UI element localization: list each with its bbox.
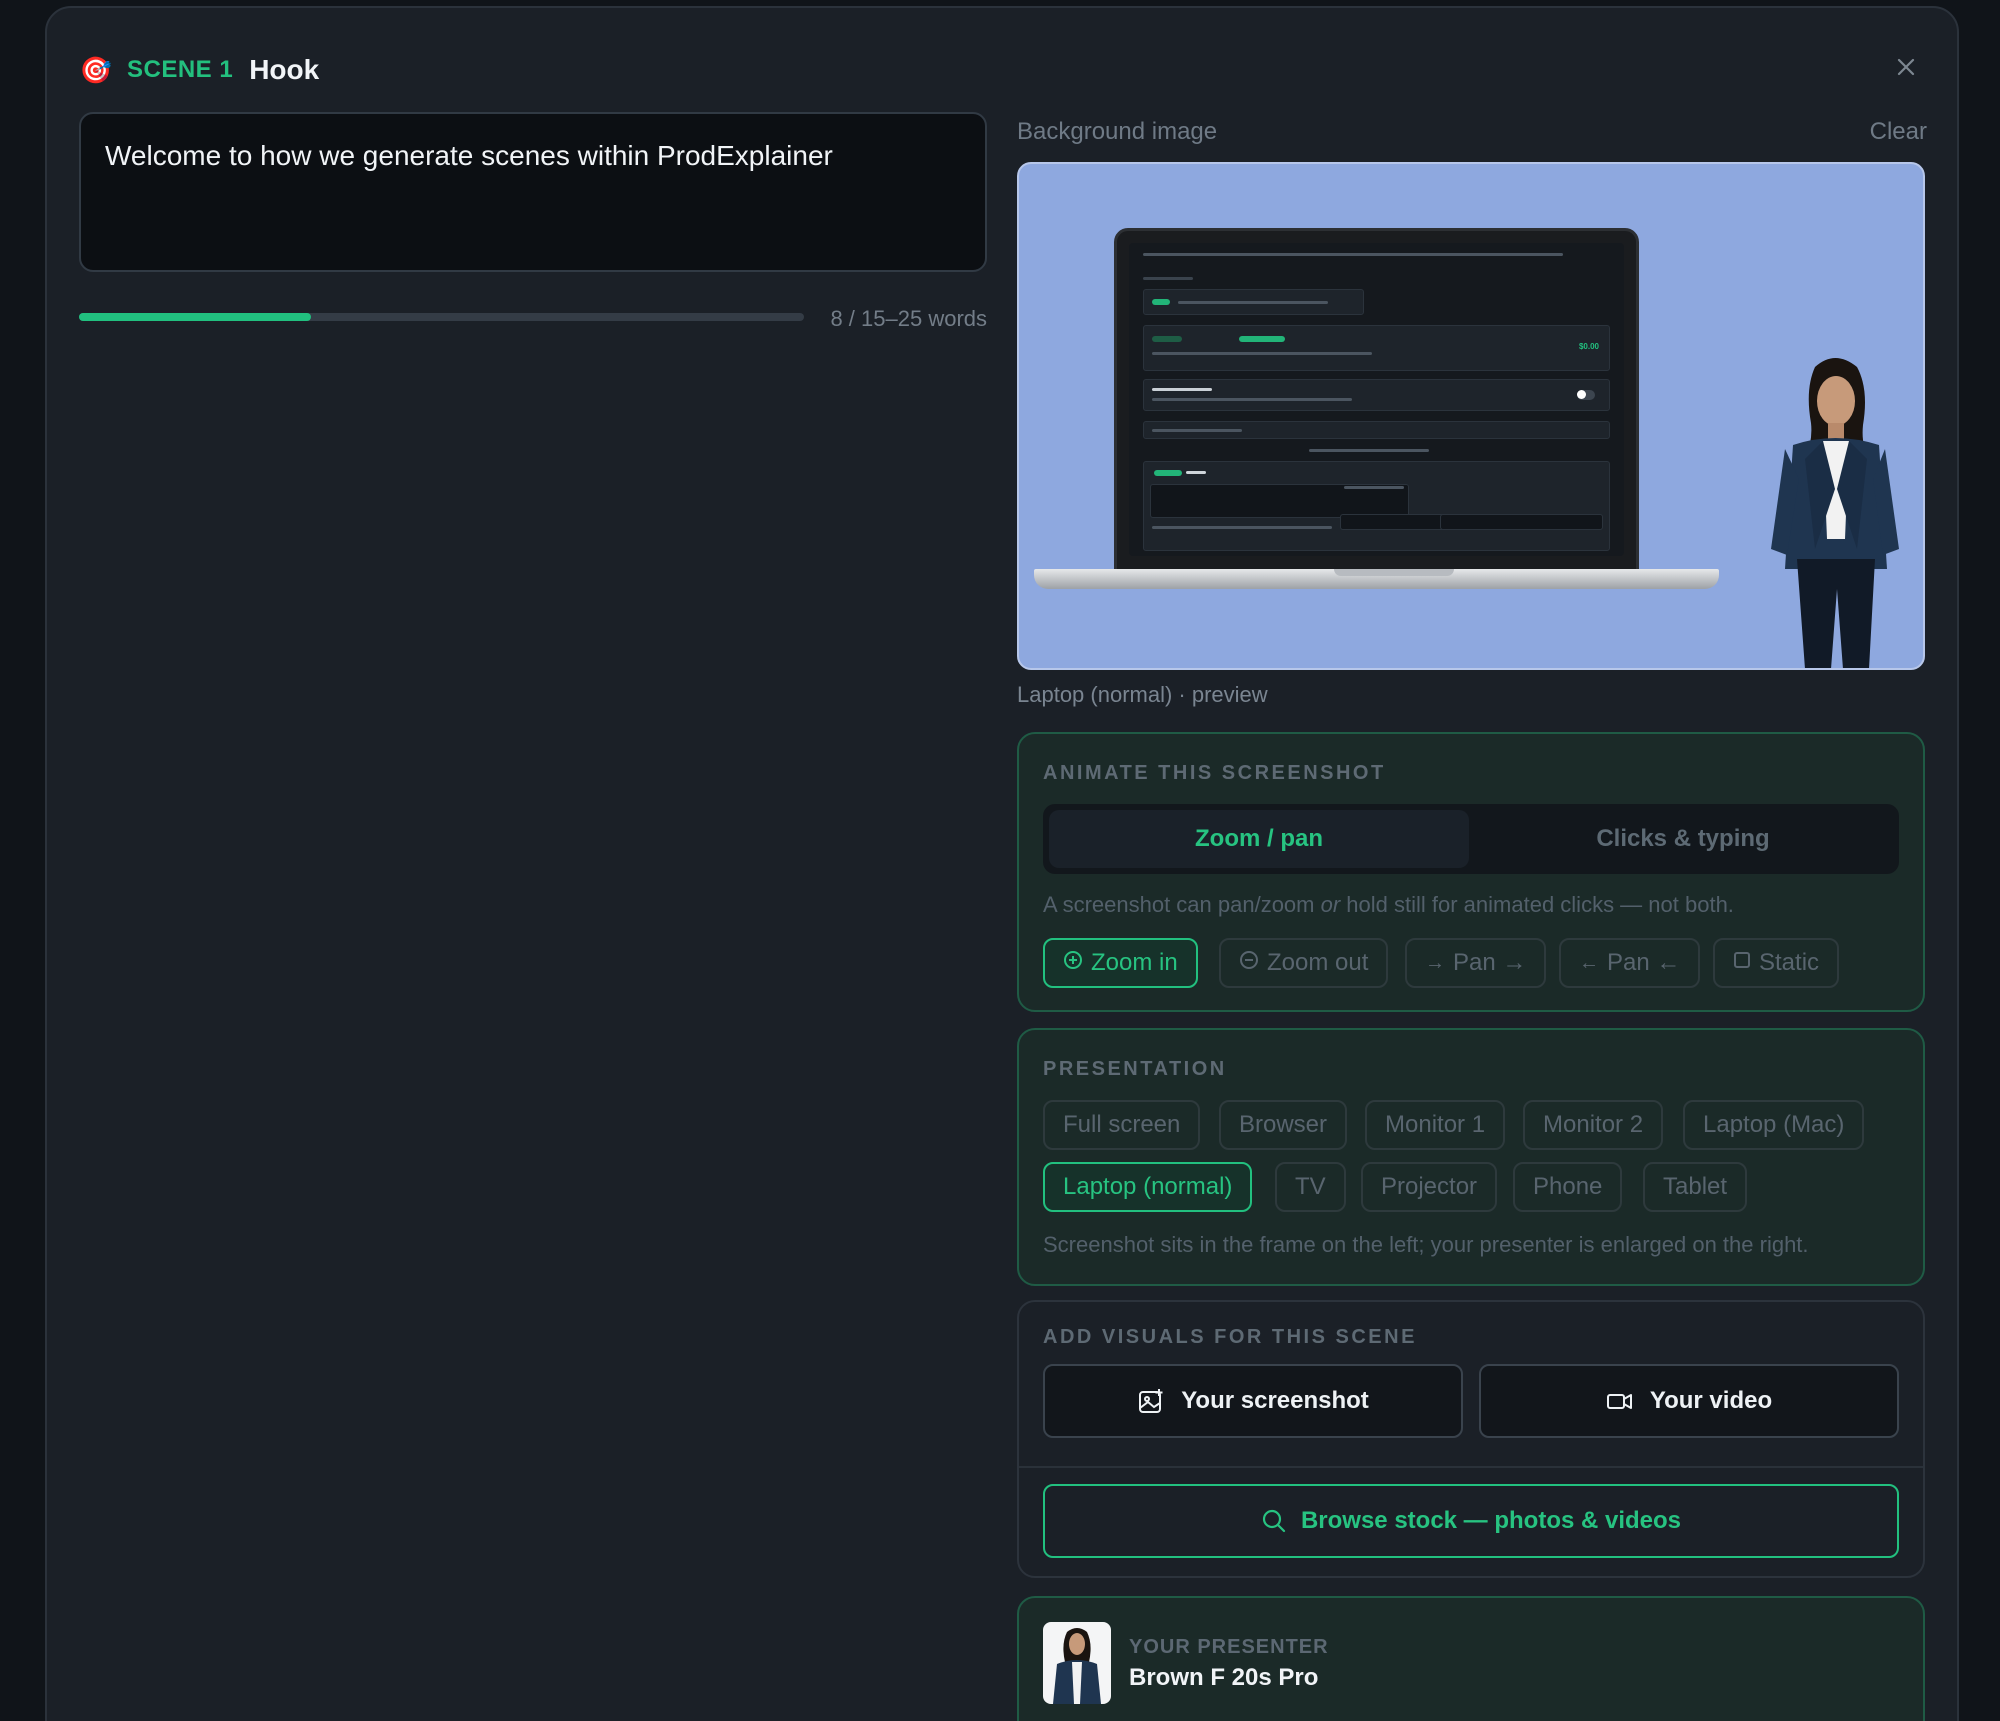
browse-stock-button[interactable]: Browse stock — photos & videos xyxy=(1043,1484,1899,1558)
scene-number: SCENE 1 xyxy=(127,56,234,83)
animate-title: ANIMATE THIS SCREENSHOT xyxy=(1043,762,1386,784)
clear-button[interactable]: Clear xyxy=(1870,118,1927,146)
background-preview[interactable]: $0.00 xyxy=(1017,162,1925,670)
video-camera-icon xyxy=(1606,1394,1632,1409)
laptop-frame: $0.00 xyxy=(1114,228,1639,573)
close-icon[interactable] xyxy=(1891,52,1921,82)
static-button[interactable]: Static xyxy=(1713,938,1840,988)
presenter-avatar-image xyxy=(1771,358,1899,668)
zoom-in-icon xyxy=(1063,950,1083,976)
laptop-base xyxy=(1034,569,1719,589)
scene-editor-modal: 🎯 SCENE 1 Hook Welcome to how we generat… xyxy=(45,6,1959,1721)
frame-tv[interactable]: TV xyxy=(1275,1162,1346,1212)
zoom-in-button[interactable]: Zoom in xyxy=(1043,938,1198,988)
frame-laptop-mac[interactable]: Laptop (Mac) xyxy=(1683,1100,1865,1150)
visuals-divider xyxy=(1019,1466,1923,1468)
word-progress-bar xyxy=(79,313,804,321)
word-count: 8 / 15–25 words xyxy=(830,306,987,331)
presenter-name: Brown F 20s Pro xyxy=(1129,1664,1319,1691)
animate-section: ANIMATE THIS SCREENSHOT Zoom / pan Click… xyxy=(1017,732,1925,1012)
presenter-section: YOUR PRESENTER Brown F 20s Pro xyxy=(1017,1596,1925,1721)
frame-laptop-normal[interactable]: Laptop (normal) xyxy=(1043,1162,1253,1212)
frame-projector[interactable]: Projector xyxy=(1361,1162,1498,1212)
image-plus-icon xyxy=(1139,1389,1163,1413)
search-icon xyxy=(1262,1509,1286,1533)
frame-tablet[interactable]: Tablet xyxy=(1643,1162,1748,1212)
frame-monitor-2[interactable]: Monitor 2 xyxy=(1523,1100,1664,1150)
zoom-out-icon xyxy=(1239,950,1259,976)
presenter-label: YOUR PRESENTER xyxy=(1129,1636,1329,1658)
scene-title: Hook xyxy=(249,54,320,85)
target-icon: 🎯 xyxy=(79,54,113,85)
presentation-title: PRESENTATION xyxy=(1043,1058,1227,1080)
background-image-label: Background image xyxy=(1017,118,1218,145)
your-screenshot-button[interactable]: Your screenshot xyxy=(1043,1364,1463,1438)
pan-left-button[interactable]: ← Pan ← xyxy=(1559,938,1701,988)
zoom-out-button[interactable]: Zoom out xyxy=(1219,938,1389,988)
script-textarea[interactable]: Welcome to how we generate scenes within… xyxy=(79,112,987,272)
arrow-left-icon: ← xyxy=(1579,951,1599,974)
scene-header: 🎯 SCENE 1 Hook xyxy=(79,50,319,90)
tab-zoom-pan[interactable]: Zoom / pan xyxy=(1049,810,1469,868)
preview-caption: Laptop (normal) · preview xyxy=(1017,682,1268,707)
pan-right-button[interactable]: → Pan → xyxy=(1405,938,1547,988)
your-video-button[interactable]: Your video xyxy=(1479,1364,1899,1438)
frame-phone[interactable]: Phone xyxy=(1513,1162,1623,1212)
frame-monitor-1[interactable]: Monitor 1 xyxy=(1365,1100,1506,1150)
presenter-avatar[interactable] xyxy=(1043,1622,1111,1704)
animate-mode-toggle: Zoom / pan Clicks & typing xyxy=(1043,804,1899,874)
laptop-screen: $0.00 xyxy=(1129,243,1624,556)
word-progress-fill xyxy=(79,313,311,321)
square-icon xyxy=(1733,951,1751,975)
frame-full-screen[interactable]: Full screen xyxy=(1043,1100,1201,1150)
tab-clicks-typing[interactable]: Clicks & typing xyxy=(1473,810,1893,868)
presentation-section: PRESENTATION Full screen Browser Monitor… xyxy=(1017,1028,1925,1286)
arrow-right-icon: → xyxy=(1425,951,1445,974)
presentation-hint: Screenshot sits in the frame on the left… xyxy=(1043,1232,1809,1257)
add-visuals-section: ADD VISUALS FOR THIS SCENE Your screensh… xyxy=(1017,1300,1925,1578)
add-visuals-title: ADD VISUALS FOR THIS SCENE xyxy=(1043,1326,1417,1348)
animate-hint: A screenshot can pan/zoom or hold still … xyxy=(1043,892,1734,917)
frame-browser[interactable]: Browser xyxy=(1219,1100,1348,1150)
